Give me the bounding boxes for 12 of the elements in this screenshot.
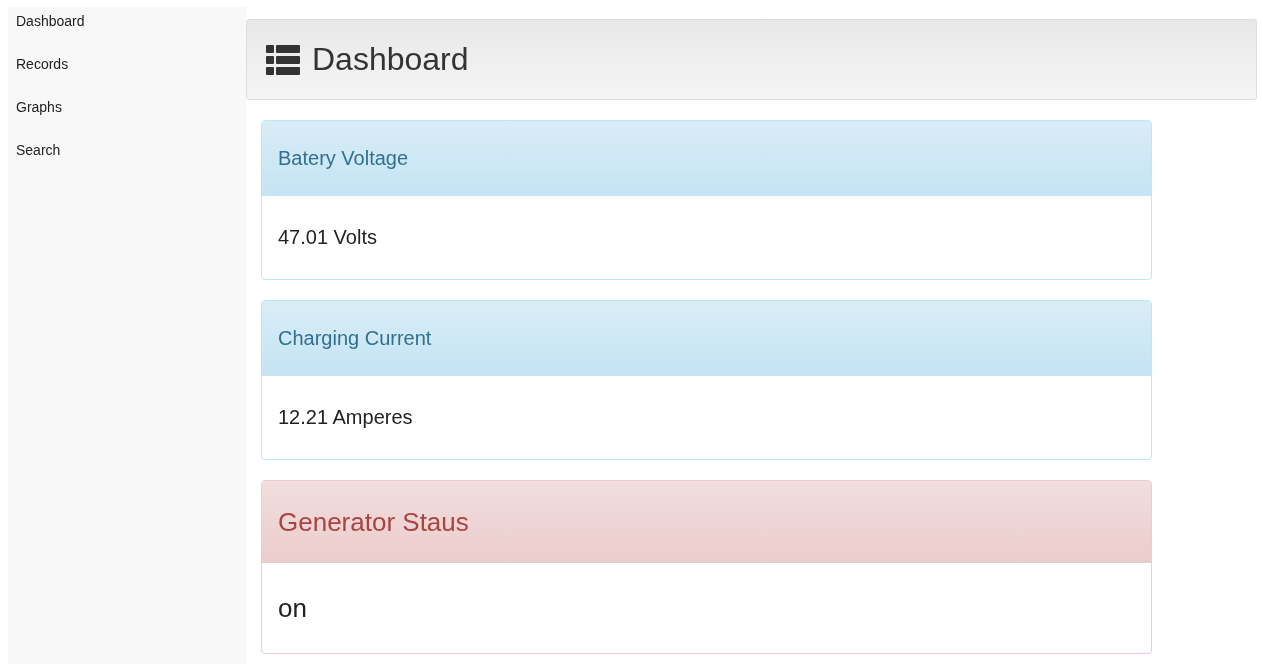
list-icon: [266, 44, 300, 75]
panel-title: Batery Voltage: [278, 147, 409, 170]
panel-value: 12.21 Amperes: [278, 406, 413, 429]
nav-link[interactable]: Search: [16, 140, 61, 160]
panel-value: on: [278, 592, 307, 624]
panel-value: 47.01 Volts: [278, 226, 377, 249]
page-title: Dashboard: [312, 41, 469, 78]
panel-title: Generator Staus: [278, 506, 469, 538]
panel-title: Charging Current: [278, 327, 432, 350]
nav-link[interactable]: Graphs: [16, 97, 62, 117]
nav-link[interactable]: Records: [16, 54, 69, 74]
nav-link[interactable]: Dashboard: [16, 11, 85, 31]
